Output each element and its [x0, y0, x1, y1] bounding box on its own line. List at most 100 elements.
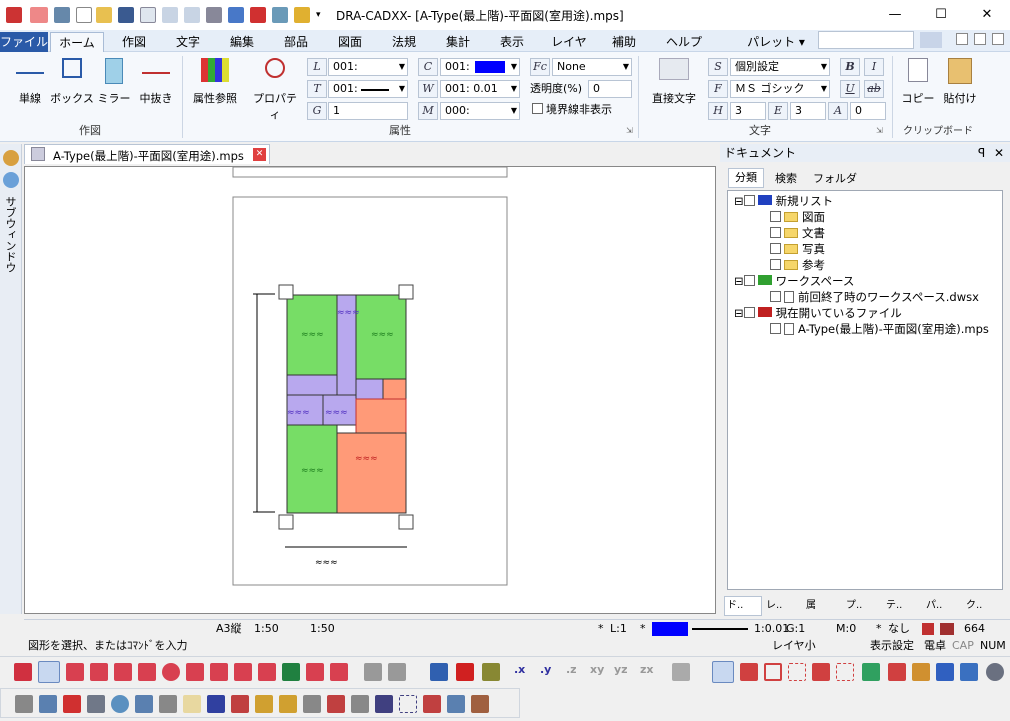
- new-file-icon[interactable]: [76, 7, 92, 23]
- tree-item-documents[interactable]: 文書: [770, 225, 825, 241]
- checkbox-icon[interactable]: [770, 323, 781, 334]
- y-coord-icon[interactable]: .y: [540, 663, 558, 681]
- layer-select[interactable]: 001: ▼: [328, 58, 408, 76]
- open-folder-icon[interactable]: [96, 7, 112, 23]
- checkbox-icon[interactable]: [743, 307, 755, 318]
- italic-button[interactable]: I: [864, 58, 884, 76]
- clipboard-icon[interactable]: [206, 7, 222, 23]
- monitor-icon[interactable]: [250, 7, 266, 23]
- single-line-button[interactable]: 単線: [10, 58, 50, 106]
- snap-tangent-icon[interactable]: [186, 663, 204, 681]
- print-preview-icon[interactable]: [140, 7, 156, 23]
- line-scale[interactable]: 1:0.01: [754, 620, 789, 638]
- tree-item-open-files[interactable]: ⊟ 現在開いているファイル: [734, 305, 902, 321]
- font-select[interactable]: ＭＳ ゴシック ▼: [730, 80, 830, 98]
- text-style-select[interactable]: 個別設定 ▼: [730, 58, 830, 76]
- linewidth-select[interactable]: 001: 0.01 ▼: [440, 80, 520, 98]
- expand-icon[interactable]: ⊟: [734, 194, 744, 208]
- tab-layer[interactable]: レイヤ: [544, 32, 594, 52]
- snap-flag-icon[interactable]: [306, 663, 324, 681]
- tab-regulation[interactable]: 法規: [382, 32, 426, 52]
- snap-erase-icon[interactable]: [330, 663, 348, 681]
- panel-tab-property[interactable]: プ..: [844, 596, 882, 616]
- tab-draw[interactable]: 作図: [112, 32, 156, 52]
- maximize-button[interactable]: ☐: [918, 0, 964, 30]
- checkbox-icon[interactable]: [532, 103, 543, 114]
- group-status[interactable]: G:1: [786, 620, 805, 638]
- room-red[interactable]: [336, 432, 407, 514]
- search-options-icon[interactable]: [920, 32, 942, 48]
- snap-object-icon[interactable]: [430, 663, 448, 681]
- 3d-icon[interactable]: [30, 7, 48, 23]
- tree-item-current-file[interactable]: A-Type(最上階)-平面図(室用途).mps: [770, 321, 989, 337]
- tree-item-photos[interactable]: 写真: [770, 241, 825, 257]
- color-select[interactable]: 001: ▼: [440, 58, 520, 76]
- text-width-field[interactable]: 3: [790, 102, 826, 120]
- scale-2[interactable]: 1:50: [310, 620, 335, 638]
- customize-qat-icon[interactable]: ▾: [316, 7, 324, 23]
- copy-edit-icon[interactable]: [327, 695, 345, 713]
- snap-endpoint-icon[interactable]: [38, 661, 60, 683]
- checkbox-icon[interactable]: [770, 259, 781, 270]
- erase-icon[interactable]: [15, 695, 33, 713]
- select-tree-icon[interactable]: [862, 663, 880, 681]
- select-line-icon[interactable]: [812, 663, 830, 681]
- tab-home[interactable]: ホーム: [50, 32, 104, 52]
- dialog-launcher-icon[interactable]: ⇲: [626, 126, 633, 135]
- snap-perpendicular-icon[interactable]: [114, 663, 132, 681]
- tab-parts[interactable]: 部品: [274, 32, 318, 52]
- tree-item-reference[interactable]: 参考: [770, 257, 825, 273]
- tree-item-workspace[interactable]: ⊟ ワークスペース: [734, 273, 854, 289]
- snap-icon[interactable]: [922, 623, 934, 635]
- checkbox-icon[interactable]: [770, 211, 781, 222]
- panel-tab-layer[interactable]: レ..: [764, 596, 802, 616]
- display-settings-button[interactable]: 表示設定: [870, 637, 914, 655]
- document-tab[interactable]: A-Type(最上階)-平面図(室用途).mps ✕: [24, 144, 270, 164]
- text-height-field[interactable]: 3: [730, 102, 766, 120]
- dialog-launcher-icon[interactable]: ⇲: [876, 126, 883, 135]
- snap-point-icon[interactable]: [14, 663, 32, 681]
- calendar-icon[interactable]: [351, 695, 369, 713]
- snap-nearest-icon[interactable]: [138, 663, 156, 681]
- select-fill-icon[interactable]: [912, 663, 930, 681]
- room-red[interactable]: [382, 378, 407, 400]
- bold-button[interactable]: B: [840, 58, 860, 76]
- region-icon[interactable]: [399, 695, 417, 713]
- checkbox-icon[interactable]: [770, 243, 781, 254]
- tab-view[interactable]: 表示: [490, 32, 534, 52]
- tab-drawing[interactable]: 図面: [328, 32, 372, 52]
- properties-button[interactable]: プロパティ: [248, 58, 302, 122]
- select-pointer-icon[interactable]: [888, 663, 906, 681]
- snap-quadrant-icon[interactable]: [210, 663, 228, 681]
- tab-tally[interactable]: 集計: [436, 32, 480, 52]
- linetype-select[interactable]: 001: ▼: [328, 80, 408, 98]
- mdi-restore-icon[interactable]: [974, 33, 986, 45]
- help-book-icon[interactable]: [294, 7, 310, 23]
- scale-icon[interactable]: [231, 695, 249, 713]
- expand-icon[interactable]: ⊟: [734, 274, 744, 288]
- scale-1[interactable]: 1:50: [254, 620, 279, 638]
- transparency-field[interactable]: 0: [588, 80, 632, 98]
- checkbox-icon[interactable]: [743, 195, 755, 206]
- select-settings-icon[interactable]: [986, 663, 1004, 681]
- palette-icon[interactable]: [3, 172, 19, 188]
- tab-edit[interactable]: 編集: [220, 32, 264, 52]
- select-mode-icon[interactable]: [712, 661, 734, 683]
- select-window-icon[interactable]: [788, 663, 806, 681]
- room-red[interactable]: [355, 398, 407, 434]
- palette-menu[interactable]: パレット ▾: [740, 32, 812, 52]
- panel-tab-palette[interactable]: パ..: [924, 596, 962, 616]
- calculator-button[interactable]: 電卓: [924, 637, 946, 655]
- layer-status[interactable]: L:1: [610, 620, 627, 638]
- select-dashed-icon[interactable]: [836, 663, 854, 681]
- snap-grid-icon[interactable]: [234, 663, 252, 681]
- move-icon[interactable]: [375, 695, 393, 713]
- close-tab-icon[interactable]: ✕: [253, 148, 266, 161]
- properties-edit-icon[interactable]: [303, 695, 321, 713]
- select-list-icon[interactable]: [936, 663, 954, 681]
- panel-tab-text[interactable]: テ..: [884, 596, 922, 616]
- delete-icon[interactable]: [63, 695, 81, 713]
- tab-search[interactable]: 検索: [768, 170, 804, 186]
- layer-icon[interactable]: [272, 7, 288, 23]
- x-coord-icon[interactable]: .x: [514, 663, 532, 681]
